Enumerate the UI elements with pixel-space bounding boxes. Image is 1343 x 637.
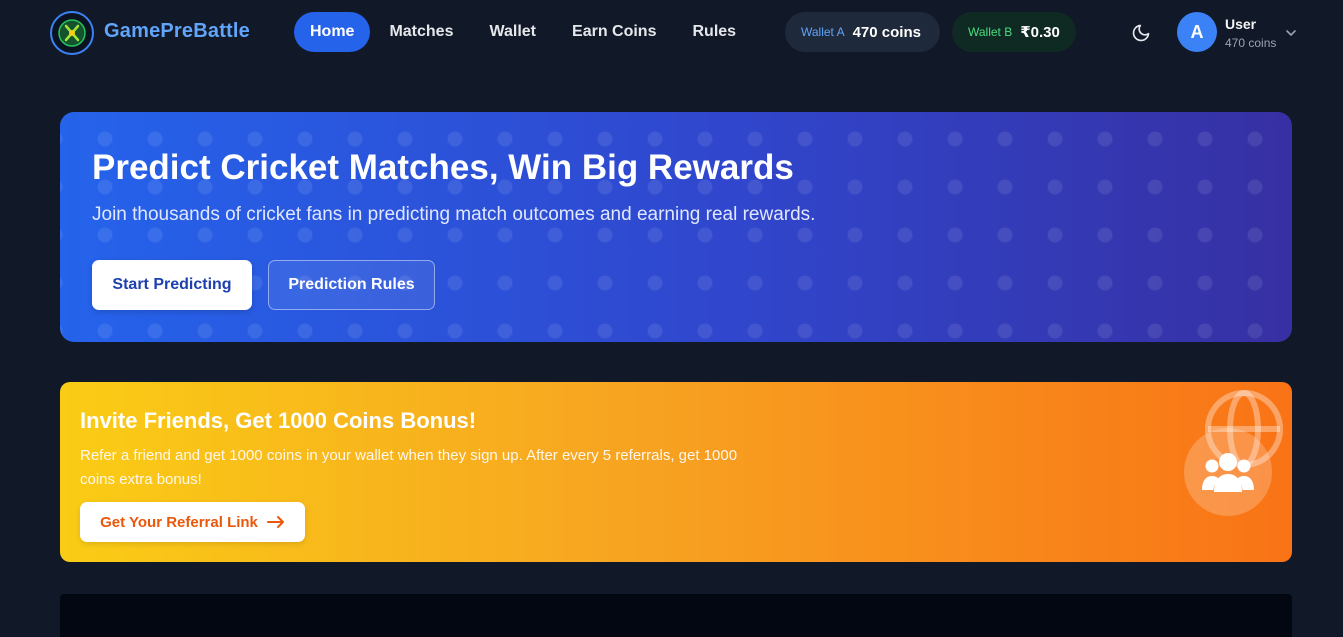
user-info[interactable]: User 470 coins (1225, 16, 1276, 50)
logo-icon[interactable] (50, 11, 94, 55)
avatar[interactable]: A (1177, 12, 1217, 52)
content-section (60, 594, 1292, 637)
referral-title: Invite Friends, Get 1000 Coins Bonus! (80, 408, 477, 433)
moon-icon[interactable] (1128, 20, 1154, 46)
hero-banner: Predict Cricket Matches, Win Big Rewards… (60, 112, 1292, 342)
referral-link-button[interactable]: Get Your Referral Link (80, 502, 305, 542)
user-coins: 470 coins (1225, 36, 1277, 50)
chevron-down-icon[interactable] (1285, 26, 1297, 38)
brand-name[interactable]: GamePreBattle (104, 20, 250, 43)
users-icon (1184, 428, 1272, 516)
wallet-a-label: Wallet A (801, 25, 845, 39)
top-navbar: GamePreBattle Home Matches Wallet Earn C… (0, 0, 1343, 64)
referral-banner: Invite Friends, Get 1000 Coins Bonus! Re… (60, 382, 1292, 562)
wallet-a-badge[interactable]: Wallet A 470 coins (785, 12, 940, 52)
wallet-a-value: 470 coins (852, 23, 921, 41)
wallet-b-badge[interactable]: Wallet B ₹0.30 (952, 12, 1076, 52)
wallet-b-value: ₹0.30 (1020, 24, 1060, 41)
nav-wallet[interactable]: Wallet (472, 12, 553, 52)
referral-description: Refer a friend and get 1000 coins in you… (80, 447, 738, 488)
referral-link-label: Get Your Referral Link (100, 513, 258, 531)
hero-title: Predict Cricket Matches, Win Big Rewards (92, 148, 794, 187)
arrow-right-icon (266, 515, 285, 529)
nav-home[interactable]: Home (294, 12, 371, 52)
start-predicting-button[interactable]: Start Predicting (92, 260, 252, 310)
prediction-rules-button[interactable]: Prediction Rules (268, 260, 435, 310)
wallet-b-label: Wallet B (968, 25, 1013, 39)
hero-subtitle: Join thousands of cricket fans in predic… (92, 204, 816, 225)
nav-matches[interactable]: Matches (372, 12, 470, 52)
user-name: User (1225, 16, 1257, 32)
main-nav: Home Matches Wallet Earn Coins Rules (294, 12, 755, 52)
nav-rules[interactable]: Rules (675, 12, 753, 52)
nav-earn-coins[interactable]: Earn Coins (555, 12, 673, 52)
